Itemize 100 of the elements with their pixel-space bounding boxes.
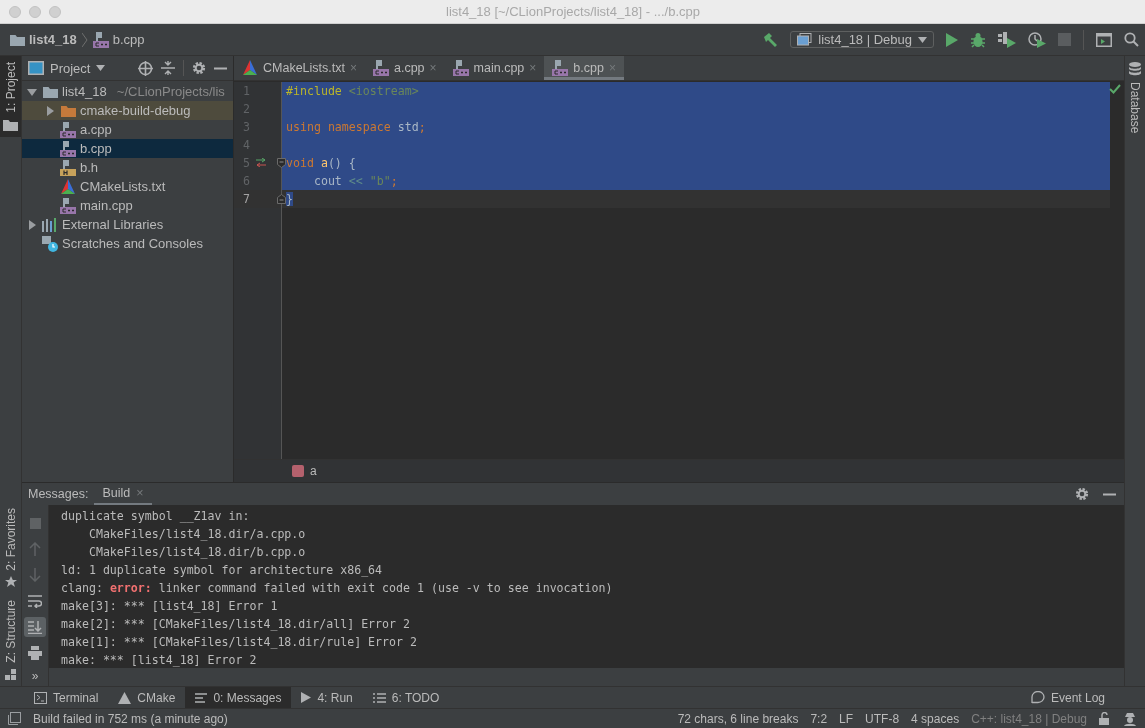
status-item[interactable]: 4 spaces	[911, 711, 960, 726]
tree-item[interactable]: list4_18 ~/CLionProjects/lis	[22, 82, 233, 101]
cpp-file-icon	[552, 60, 569, 76]
minimize-icon[interactable]	[1103, 492, 1116, 496]
search-icon[interactable]	[1124, 32, 1139, 47]
cmake-icon	[60, 178, 76, 195]
run-configuration-dropdown[interactable]: list4_18 | Debug	[790, 31, 934, 48]
output-line: CMakeFiles/list4_18.dir/b.cpp.o	[87, 544, 307, 561]
code-line: using namespace std;	[286, 120, 426, 134]
editor-tab[interactable]: CMakeLists.txt ×	[234, 56, 365, 80]
tool-window-tab[interactable]: 1: Project	[0, 56, 21, 137]
editor-tab[interactable]: b.cpp ×	[544, 56, 624, 80]
status-item[interactable]: 72 chars, 6 line breaks	[677, 711, 799, 726]
tool-window-button[interactable]: 0: Messages	[185, 687, 292, 708]
run-icon[interactable]	[946, 32, 958, 47]
collapsed-arrow-icon[interactable]	[27, 219, 37, 230]
tree-item[interactable]: Scratches and Consoles	[22, 234, 233, 253]
code-line: void a() {	[286, 156, 356, 170]
editor-tab[interactable]: a.cpp ×	[365, 56, 445, 80]
line-number: 7	[242, 192, 250, 206]
soft-wrap-icon[interactable]	[28, 594, 42, 608]
tree-item[interactable]: a.cpp	[22, 120, 233, 139]
status-item[interactable]: UTF-8	[865, 711, 900, 726]
folder-icon	[42, 85, 58, 98]
scroll-to-end-icon[interactable]	[28, 620, 42, 634]
tool-window-tab[interactable]: Database	[1125, 56, 1145, 140]
breadcrumb[interactable]: b.cpp	[92, 31, 145, 48]
tool-window-button[interactable]: Terminal	[24, 687, 109, 708]
profiler-icon[interactable]	[1028, 31, 1046, 48]
tree-item[interactable]: External Libraries	[22, 215, 233, 234]
libraries-icon	[42, 217, 58, 232]
tool-window-tab[interactable]: Z: Structure	[0, 594, 21, 686]
check-icon	[1109, 84, 1121, 94]
tool-window-tab[interactable]: 2: Favorites	[0, 501, 21, 595]
output-line: make[2]: *** [CMakeFiles/list4_18.dir/all] Error 2	[60, 616, 411, 633]
cpp-file-icon	[373, 60, 389, 76]
bug-icon[interactable]	[970, 31, 986, 48]
cpp-file-icon	[452, 60, 469, 76]
panel-toggle-icon[interactable]	[8, 712, 21, 725]
structure-icon	[5, 669, 16, 680]
cpp-file-icon	[92, 31, 109, 48]
fold-icon[interactable]	[277, 194, 286, 204]
collapse-all-icon[interactable]	[161, 61, 175, 75]
tool-window-button[interactable]: CMake	[108, 687, 186, 708]
coverage-run-icon[interactable]	[998, 31, 1016, 48]
project-view-dropdown[interactable]: Project	[28, 60, 106, 76]
output-line: clang: error: linker command failed with exit code 1 (use -v to see invocation)	[60, 580, 614, 597]
database-icon	[1129, 62, 1141, 76]
minimize-icon[interactable]	[214, 66, 227, 70]
output-line: ld: 1 duplicate symbol for architecture x86_64	[60, 562, 384, 579]
star-icon	[4, 576, 17, 589]
code-line: cout << "b";	[312, 174, 398, 188]
implementation-arrows-icon[interactable]	[256, 158, 266, 167]
expanded-arrow-icon[interactable]	[27, 86, 37, 97]
output-line: make[1]: *** [CMakeFiles/list4_18.dir/rule] Error 2	[60, 634, 418, 651]
tree-item[interactable]: main.cpp	[22, 196, 233, 215]
cpp-file-icon	[60, 121, 76, 138]
unlock-icon[interactable]	[1099, 712, 1111, 725]
function-icon	[292, 465, 304, 477]
tool-window-button[interactable]: 6: TODO	[362, 687, 450, 708]
chevron-icon	[81, 32, 88, 47]
cmake-icon	[242, 60, 258, 76]
status-message: Build failed in 752 ms (a minute ago)	[33, 711, 228, 726]
run-icon	[301, 692, 312, 703]
tree-item[interactable]: cmake-build-debug	[22, 101, 233, 120]
speech-bubble-icon	[1030, 691, 1045, 704]
list-icon	[372, 692, 386, 703]
hammer-icon[interactable]	[762, 31, 779, 48]
terminal-window-icon[interactable]	[1096, 32, 1112, 47]
editor-tab[interactable]: main.cpp ×	[444, 56, 545, 80]
output-line: make: *** [list4_18] Error 2	[60, 652, 258, 669]
panel-label: Messages:	[28, 487, 89, 501]
print-icon[interactable]	[28, 646, 42, 660]
caret-icon	[96, 65, 106, 71]
tree-item[interactable]: b.h	[22, 158, 233, 177]
event-log-button[interactable]: Event Log	[1020, 687, 1115, 708]
output-line: duplicate symbol __Z1av in:	[60, 508, 251, 525]
settings-icon[interactable]	[192, 61, 206, 75]
caret-icon	[918, 36, 927, 43]
breadcrumb[interactable]: list4_18	[10, 32, 77, 47]
status-item[interactable]: LF	[839, 711, 854, 726]
terminal-icon	[34, 691, 47, 704]
folder-icon	[3, 118, 18, 131]
window-title: list4_18 [~/CLionProjects/list4_18] - .../b.cpp	[445, 4, 701, 19]
inspector-figure-icon[interactable]	[1123, 711, 1137, 726]
collapsed-arrow-icon[interactable]	[45, 105, 55, 116]
window-icon	[797, 33, 813, 46]
more-button[interactable]: »	[31, 669, 39, 683]
fold-icon[interactable]	[277, 158, 286, 168]
folder-icon	[60, 104, 76, 117]
settings-icon[interactable]	[1075, 487, 1089, 501]
scratches-icon	[42, 235, 58, 252]
tree-item[interactable]: b.cpp	[22, 139, 233, 158]
tool-window-button[interactable]: 4: Run	[291, 687, 363, 708]
locate-target-icon[interactable]	[138, 60, 153, 76]
messages-icon	[195, 692, 208, 703]
breadcrumb[interactable]: a	[292, 464, 317, 478]
header-file-icon	[60, 159, 76, 176]
status-item[interactable]: 7:2	[810, 711, 828, 726]
tree-item[interactable]: CMakeLists.txt	[22, 177, 233, 196]
